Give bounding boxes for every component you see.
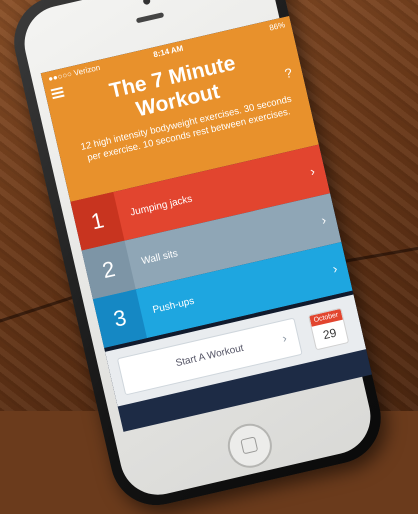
carrier-label: ●●○○○ Verizon [47,62,101,84]
calendar-icon[interactable]: October 29 [308,307,350,351]
earpiece-speaker [135,12,165,24]
front-camera-icon [142,0,151,6]
chevron-right-icon: › [308,163,317,179]
chevron-right-icon: › [331,260,339,277]
home-button-icon[interactable] [223,419,277,473]
chevron-right-icon: › [319,212,328,228]
clock: 8:14 AM [152,43,185,60]
battery-indicator: 86% [268,20,287,33]
exercise-label: Wall sits [140,248,179,268]
